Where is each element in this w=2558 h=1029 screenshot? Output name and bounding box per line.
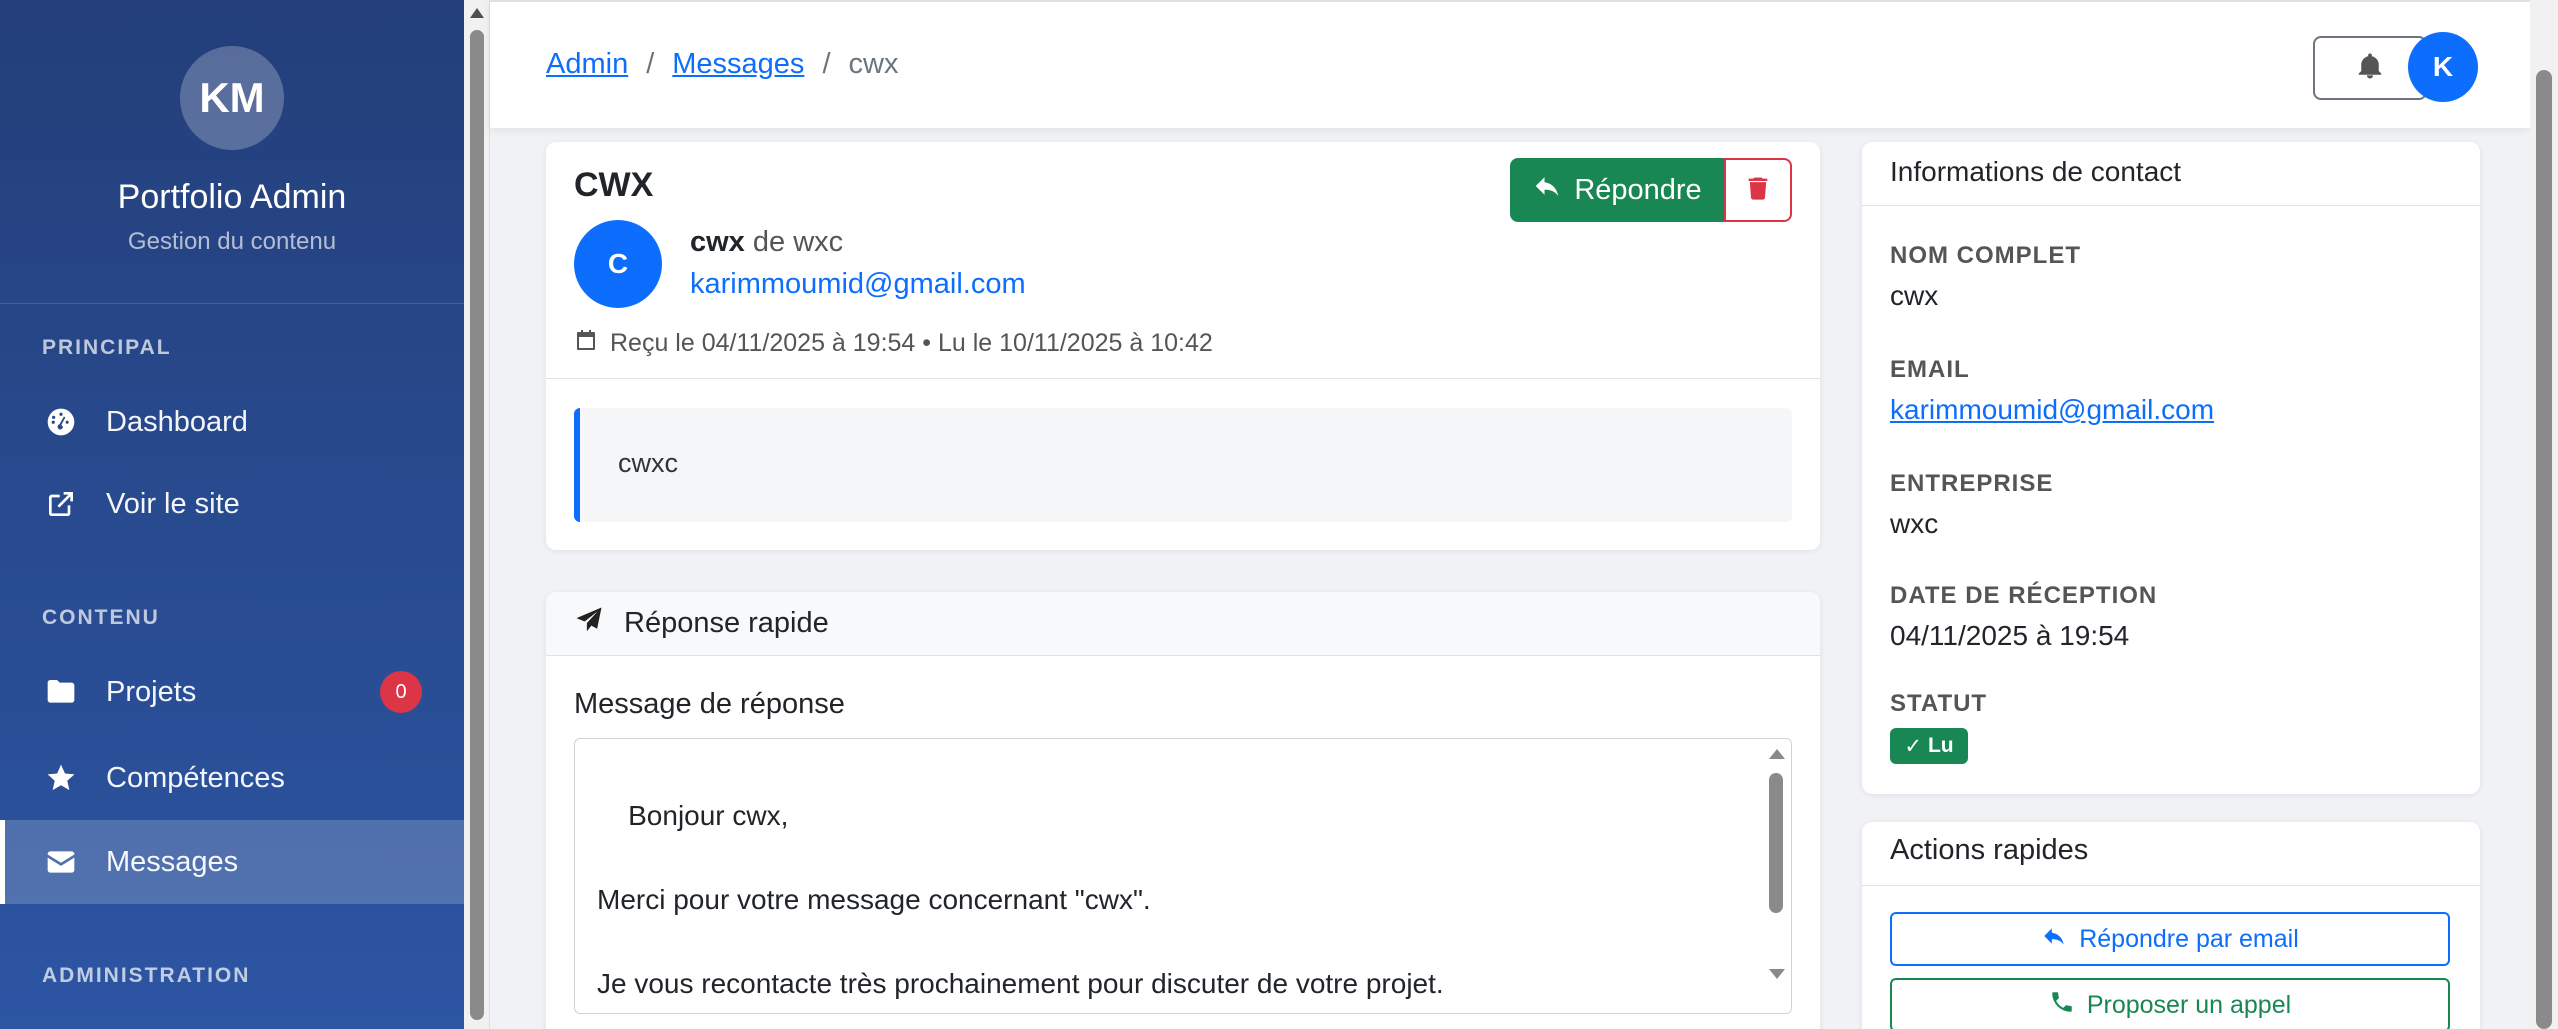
label-entreprise: ENTREPRISE: [1890, 470, 2054, 497]
dashboard-icon: [42, 403, 80, 441]
scroll-up-arrow[interactable]: [1769, 749, 1785, 759]
calendar-icon: [574, 328, 598, 359]
folder-icon: [42, 673, 80, 711]
sender-email-link[interactable]: karimmoumid@gmail.com: [690, 268, 1026, 301]
textarea-scrollbar[interactable]: [1765, 745, 1787, 985]
sidebar-item-label: Dashboard: [106, 405, 248, 438]
sidebar-item-label: Compétences: [106, 761, 285, 794]
status-badge: ✓ Lu: [1890, 728, 1968, 764]
phone-icon: [2049, 989, 2075, 1022]
reply-field-label: Message de réponse: [574, 688, 845, 720]
quick-reply-card: Réponse rapide Message de réponse Bonjou…: [546, 592, 1820, 1029]
value-email-link[interactable]: karimmoumid@gmail.com: [1890, 394, 2214, 426]
trash-icon: [1744, 174, 1772, 207]
propose-call-label: Proposer un appel: [2086, 990, 2292, 1019]
reply-button-label: Répondre: [1574, 173, 1702, 206]
sidebar-item-messages[interactable]: Messages: [0, 820, 464, 904]
topbar: Admin / Messages / cwx K: [490, 0, 2530, 128]
sidebar-item-voir-site[interactable]: Voir le site: [0, 462, 464, 546]
envelope-icon: [42, 843, 80, 881]
sidebar-item-competences[interactable]: Compétences: [0, 736, 464, 820]
quick-reply-header: Réponse rapide: [546, 592, 1820, 656]
section-administration: ADMINISTRATION: [42, 964, 251, 987]
sidebar-title: Portfolio Admin: [117, 178, 347, 216]
status-badge-label: Lu: [1927, 734, 1954, 757]
breadcrumb: Admin / Messages / cwx: [546, 48, 898, 81]
scroll-thumb[interactable]: [2536, 70, 2552, 1029]
breadcrumb-separator: /: [646, 48, 655, 80]
message-body: cwxc: [574, 408, 1792, 522]
sidebar-item-label: Projets: [106, 675, 197, 708]
label-statut: STATUT: [1890, 690, 1988, 717]
quick-actions-card: Actions rapides Répondre par email Propo…: [1862, 822, 2480, 1029]
user-avatar[interactable]: K: [2408, 32, 2478, 102]
sidebar-item-projets[interactable]: Projets 0: [0, 650, 464, 734]
section-principal: PRINCIPAL: [42, 336, 172, 359]
breadcrumb-separator: /: [822, 48, 831, 80]
reply-by-email-button[interactable]: Répondre par email: [1890, 912, 2450, 966]
sidebar-item-label: Messages: [106, 845, 239, 878]
bell-icon: [2355, 51, 2385, 86]
contact-info-card: Informations de contact NOM COMPLET cwx …: [1862, 142, 2480, 794]
scroll-down-arrow[interactable]: [1769, 969, 1785, 979]
value-nom-complet: cwx: [1890, 280, 1939, 311]
message-meta-text: Reçu le 04/11/2025 à 19:54 • Lu le 10/11…: [610, 329, 1213, 357]
breadcrumb-messages[interactable]: Messages: [672, 48, 804, 81]
value-date-reception: 04/11/2025 à 19:54: [1890, 620, 2130, 651]
sender-avatar: C: [574, 220, 662, 308]
sidebar-item-label: Voir le site: [106, 487, 240, 520]
section-contenu: CONTENU: [42, 606, 160, 629]
quick-actions-title: Actions rapides: [1862, 822, 2480, 886]
admin-avatar: KM: [180, 46, 284, 150]
breadcrumb-current: cwx: [848, 48, 899, 80]
sidebar-header: KM Portfolio Admin Gestion du contenu: [0, 0, 464, 304]
scroll-up-arrow[interactable]: [470, 8, 484, 18]
reply-by-email-label: Répondre par email: [2079, 924, 2299, 953]
breadcrumb-admin[interactable]: Admin: [546, 48, 628, 81]
paper-plane-icon: [574, 605, 604, 643]
value-entreprise: wxc: [1890, 508, 1939, 539]
reply-textarea-text: Bonjour cwx, Merci pour votre message co…: [597, 800, 1444, 999]
delete-button[interactable]: [1724, 158, 1792, 222]
external-link-icon: [42, 485, 80, 523]
propose-call-button[interactable]: Proposer un appel: [1890, 978, 2450, 1029]
contact-info-title: Informations de contact: [1862, 142, 2480, 206]
quick-reply-title: Réponse rapide: [624, 607, 829, 639]
label-date-reception: DATE DE RÉCEPTION: [1890, 582, 2158, 609]
reply-icon: [2041, 923, 2067, 956]
label-email: EMAIL: [1890, 356, 1970, 383]
sender-company: de wxc: [752, 226, 844, 258]
sidebar-item-dashboard[interactable]: Dashboard: [0, 380, 464, 464]
message-meta: Reçu le 04/11/2025 à 19:54 • Lu le 10/11…: [574, 328, 1213, 359]
star-icon: [42, 759, 80, 797]
page-scrollbar[interactable]: [2530, 0, 2558, 1029]
reply-textarea[interactable]: Bonjour cwx, Merci pour votre message co…: [574, 738, 1792, 1014]
divider: [546, 378, 1820, 379]
sidebar: KM Portfolio Admin Gestion du contenu PR…: [0, 0, 464, 1029]
sidebar-subtitle: Gestion du contenu: [127, 228, 337, 255]
scroll-thumb[interactable]: [1769, 773, 1783, 913]
projets-count-badge: 0: [380, 671, 422, 713]
reply-icon: [1532, 171, 1562, 209]
sidebar-scrollbar[interactable]: [464, 0, 490, 1029]
sender-line: cwx de wxc: [690, 226, 843, 259]
message-title: CWX: [574, 166, 654, 204]
scroll-thumb[interactable]: [470, 30, 484, 1020]
message-card: CWX Répondre C cwx de wxc karimmoumid@gm…: [546, 142, 1820, 550]
check-icon: ✓: [1904, 734, 1922, 758]
sender-name: cwx: [690, 226, 745, 258]
reply-button[interactable]: Répondre: [1510, 158, 1724, 222]
label-nom-complet: NOM COMPLET: [1890, 242, 2081, 269]
